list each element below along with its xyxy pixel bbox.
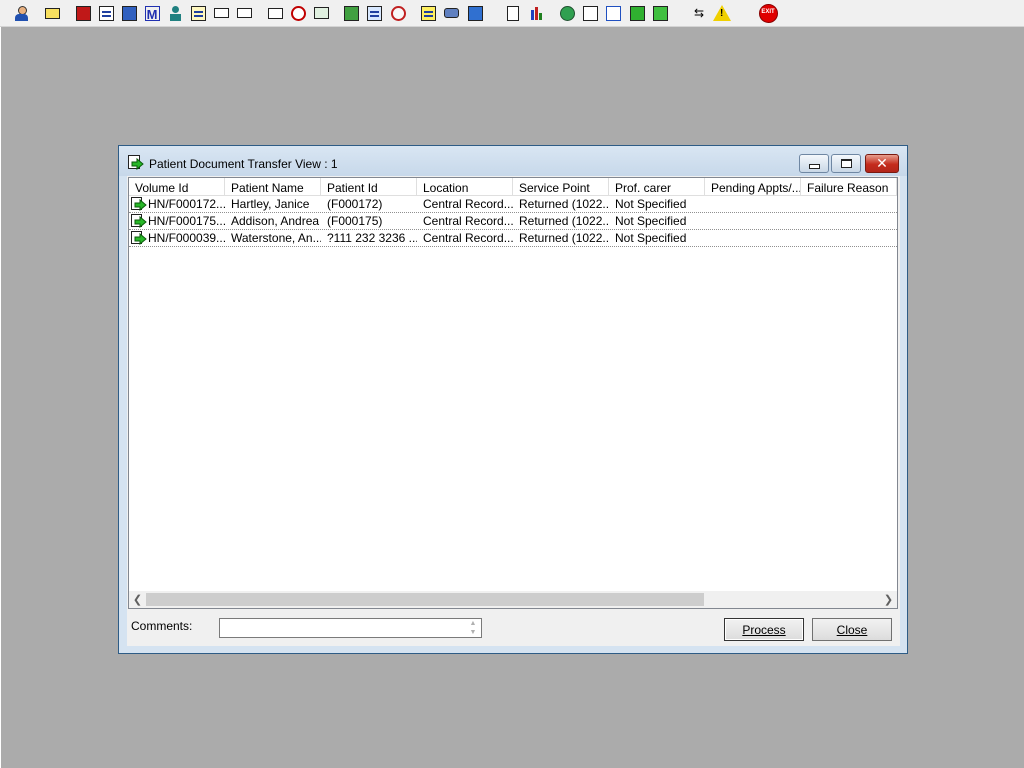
- minimize-button[interactable]: [799, 154, 829, 173]
- main-toolbar: M ⇆ EXIT: [0, 0, 1024, 27]
- form-icon[interactable]: [364, 3, 384, 23]
- patient-document-transfer-window: Patient Document Transfer View : 1 ✕ Vol…: [118, 145, 908, 654]
- table-row[interactable]: HN/F000175... Addison, Andrea (F000175) …: [129, 213, 897, 230]
- column-header-patient-id[interactable]: Patient Id: [321, 178, 417, 196]
- book-icon[interactable]: [73, 3, 93, 23]
- chart-pie-icon[interactable]: [388, 3, 408, 23]
- card-pointer-icon[interactable]: [234, 3, 254, 23]
- process-button[interactable]: Process: [724, 618, 804, 641]
- close-button[interactable]: Close: [812, 618, 892, 641]
- warning-icon[interactable]: [712, 3, 732, 23]
- process-button-label: Process: [742, 622, 786, 637]
- scroll-left-icon[interactable]: ❮: [129, 591, 146, 608]
- maximize-button[interactable]: [831, 154, 861, 173]
- prof-carer-cell: Not Specified: [615, 197, 687, 211]
- exit-label: EXIT: [758, 3, 778, 23]
- location-cell: Central Record...: [423, 214, 513, 228]
- location-cell: Central Record...: [423, 231, 513, 245]
- bar-chart-icon[interactable]: [527, 3, 547, 23]
- image-gallery-icon[interactable]: [119, 3, 139, 23]
- minimize-icon: [808, 164, 820, 169]
- volume-id: HN/F000175...: [148, 214, 225, 228]
- transfer-green-icon[interactable]: [650, 3, 670, 23]
- table-row[interactable]: HN/F000039... Waterstone, An... ?111 232…: [129, 230, 897, 247]
- prof-carer-cell: Not Specified: [615, 214, 687, 228]
- card-icon[interactable]: [211, 3, 231, 23]
- volume-id-cell: HN/F000172...: [129, 197, 225, 211]
- scroll-right-icon[interactable]: ❯: [880, 591, 897, 608]
- globe-icon[interactable]: [557, 3, 577, 23]
- swap-arrows-icon[interactable]: ⇆: [689, 3, 709, 23]
- document-transfer-icon: [128, 155, 144, 171]
- notes-icon[interactable]: [418, 3, 438, 23]
- patient-id-cell: ?111 232 3236 ...: [327, 231, 417, 245]
- location-cell: Central Record...: [423, 197, 513, 211]
- document-transfer-icon: [131, 231, 147, 245]
- window-client-area: Volume Id Patient Name Patient Id Locati…: [127, 176, 900, 646]
- document-transfer-icon: [131, 197, 147, 211]
- transfer-icon[interactable]: [465, 3, 485, 23]
- page-icon[interactable]: [503, 3, 523, 23]
- volume-id: HN/F000172...: [148, 197, 225, 211]
- car-icon[interactable]: [441, 3, 461, 23]
- patient-name-cell: Waterstone, An...: [231, 231, 321, 245]
- user-admin-icon[interactable]: [11, 3, 31, 23]
- maximize-icon: [840, 159, 852, 168]
- title-bar[interactable]: Patient Document Transfer View : 1 ✕: [119, 146, 907, 176]
- column-header-volume-id[interactable]: Volume Id: [129, 178, 225, 196]
- patient-id-cell: (F000175): [327, 214, 383, 228]
- volume-id-cell: HN/F000039...: [129, 231, 225, 245]
- document-transfer-icon: [131, 214, 147, 228]
- list-header: Volume Id Patient Name Patient Id Locati…: [129, 178, 897, 196]
- column-header-pending-appts[interactable]: Pending Appts/...: [705, 178, 801, 196]
- table-row[interactable]: HN/F000172... Hartley, Janice (F000172) …: [129, 196, 897, 213]
- patient-name-cell: Hartley, Janice: [231, 197, 310, 211]
- scrollbar-thumb[interactable]: [146, 593, 704, 606]
- document-edit-icon[interactable]: [96, 3, 116, 23]
- patient-name-cell: Addison, Andrea: [231, 214, 320, 228]
- monitor-icon[interactable]: [311, 3, 331, 23]
- service-point-cell: Returned (1022...: [519, 231, 609, 245]
- volume-id: HN/F000039...: [148, 231, 225, 245]
- close-icon: ✕: [876, 155, 888, 172]
- check-document-icon[interactable]: [603, 3, 623, 23]
- column-header-prof-carer[interactable]: Prof. carer: [609, 178, 705, 196]
- comments-label: Comments:: [131, 619, 193, 633]
- letter-m-icon[interactable]: M: [142, 3, 162, 23]
- mail-search-icon[interactable]: [265, 3, 285, 23]
- prof-carer-cell: Not Specified: [615, 231, 687, 245]
- close-button-label: Close: [836, 622, 868, 637]
- patient-id-cell: (F000172): [327, 197, 383, 211]
- service-point-cell: Returned (1022...: [519, 214, 609, 228]
- screen-icon[interactable]: [341, 3, 361, 23]
- print-icon[interactable]: [42, 3, 62, 23]
- comments-input[interactable]: [219, 618, 482, 638]
- list-rows: HN/F000172... Hartley, Janice (F000172) …: [129, 196, 897, 247]
- desktop-edge: [0, 27, 1, 768]
- clock-icon[interactable]: [288, 3, 308, 23]
- service-point-cell: Returned (1022...: [519, 197, 609, 211]
- column-header-service-point[interactable]: Service Point: [513, 178, 609, 196]
- inbox-icon[interactable]: [580, 3, 600, 23]
- horizontal-scrollbar[interactable]: ❮ ❯: [129, 591, 897, 608]
- notepad-icon[interactable]: [188, 3, 208, 23]
- person-icon[interactable]: [165, 3, 185, 23]
- transfer-list[interactable]: Volume Id Patient Name Patient Id Locati…: [128, 177, 898, 609]
- window-title: Patient Document Transfer View : 1: [149, 157, 338, 171]
- comments-spinner-icon[interactable]: ▲ ▼: [465, 619, 481, 637]
- exit-icon[interactable]: EXIT: [758, 3, 778, 23]
- column-header-failure-reason[interactable]: Failure Reason: [801, 178, 897, 196]
- green-check-icon[interactable]: [627, 3, 647, 23]
- column-header-patient-name[interactable]: Patient Name: [225, 178, 321, 196]
- column-header-location[interactable]: Location: [417, 178, 513, 196]
- volume-id-cell: HN/F000175...: [129, 214, 225, 228]
- close-window-button[interactable]: ✕: [865, 154, 899, 173]
